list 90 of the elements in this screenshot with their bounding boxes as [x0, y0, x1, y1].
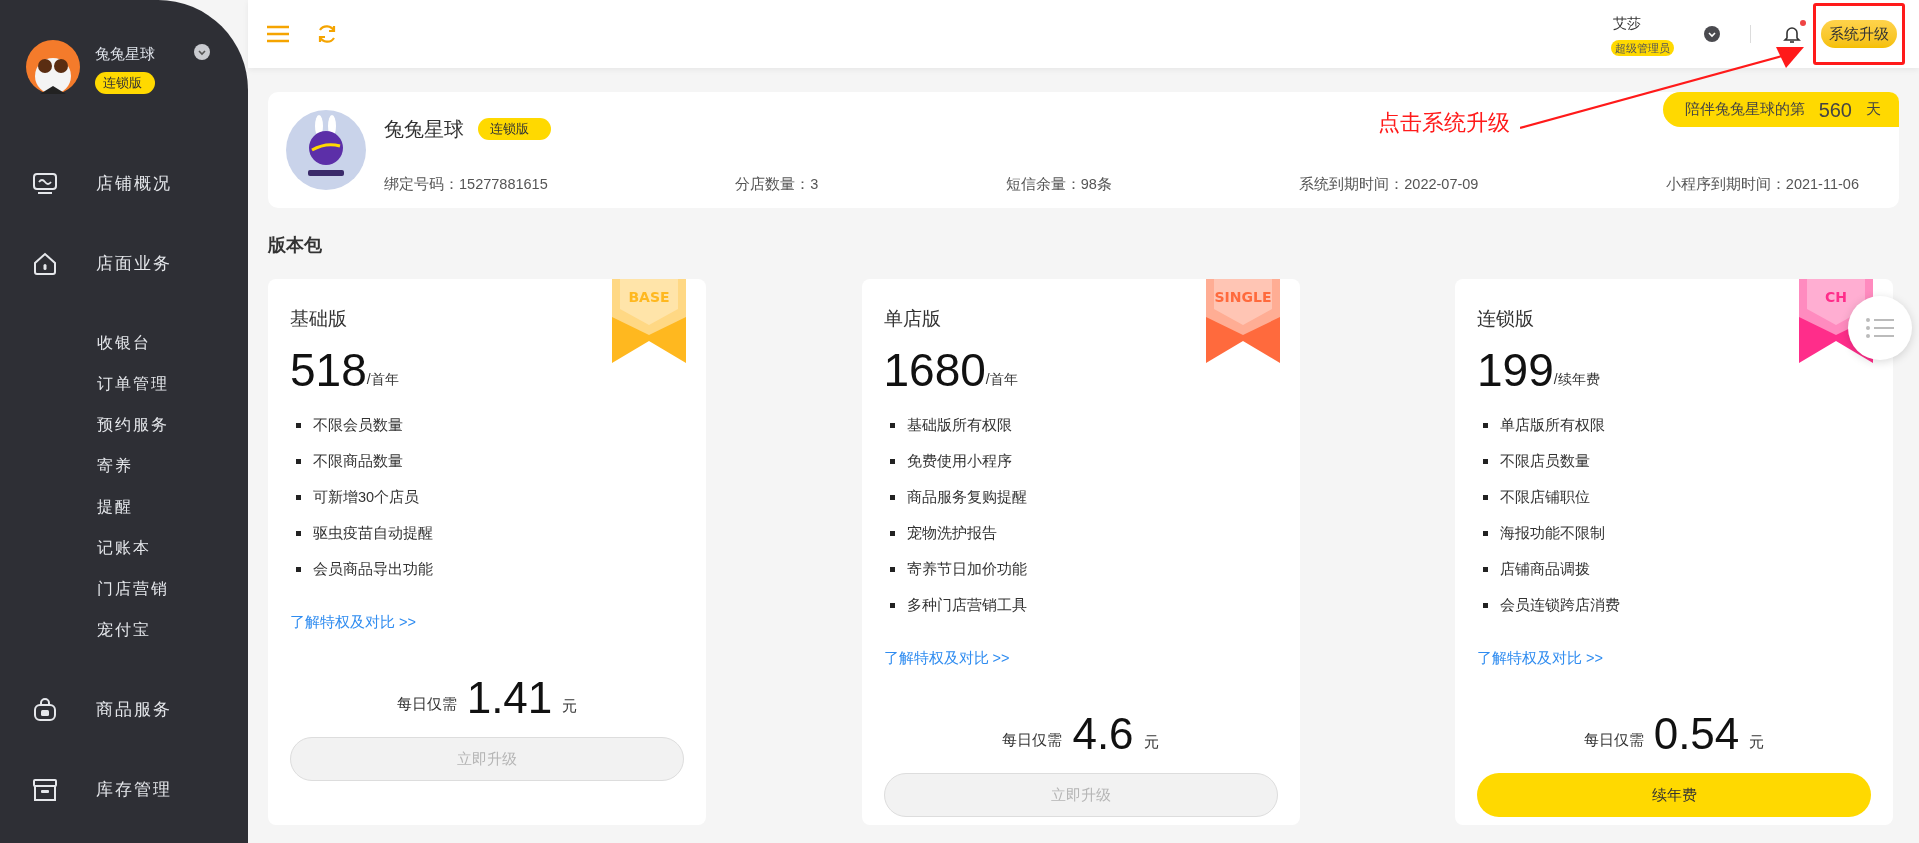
feature-text: 多种门店营销工具: [906, 595, 1027, 615]
info-field: 分店数量：3: [735, 174, 819, 196]
sidebar-item[interactable]: 店面业务: [0, 244, 248, 284]
sidebar-subitem[interactable]: 提醒: [0, 486, 248, 527]
feature-text: 不限会员数量: [313, 415, 403, 435]
info-field: 绑定号码：15277881615: [384, 174, 548, 196]
feature-text: 海报功能不限制: [1500, 523, 1605, 543]
package-title: 单店版: [883, 307, 941, 331]
info-field: 小程序到期时间：2021-11-06: [1665, 174, 1859, 196]
notification-icon[interactable]: [1783, 24, 1801, 44]
box-icon: [32, 778, 58, 802]
price-unit: /首年: [985, 370, 1018, 389]
feature-text: 寄养节日加价功能: [906, 559, 1027, 579]
feature-text: 不限店员数量: [1500, 451, 1590, 471]
price-unit: /首年: [366, 370, 399, 389]
bullet-icon: [889, 567, 895, 572]
bullet-icon: [1483, 531, 1488, 536]
days-banner: 陪伴兔兔星球的第 560 天: [1662, 92, 1899, 127]
package-price: 518: [290, 343, 367, 396]
daily-label: 每日仅需: [1002, 730, 1063, 750]
bullet-icon: [1483, 495, 1488, 500]
bullet-icon: [1483, 423, 1488, 428]
feature-text: 店铺商品调拨: [1500, 559, 1590, 579]
sidebar-item[interactable]: 店铺概况: [0, 164, 248, 204]
upgrade-package-button[interactable]: 续年费: [1477, 773, 1871, 818]
daily-label: 每日仅需: [1583, 730, 1644, 750]
feature-text: 驱虫疫苗自动提醒: [313, 523, 433, 543]
bullet-icon: [1483, 459, 1488, 464]
store-title: 兔兔星球: [384, 117, 464, 142]
info-field: 短信余量：98条: [1005, 174, 1112, 196]
daily-unit: 元: [562, 696, 578, 716]
price-unit: /续年费: [1553, 370, 1600, 389]
sidebar-subitem[interactable]: 订单管理: [0, 363, 248, 404]
package-price: 1680: [883, 343, 986, 396]
feature-text: 基础版所有权限: [906, 415, 1012, 435]
bullet-icon: [889, 423, 895, 428]
sidebar-subitem[interactable]: 收银台: [0, 322, 248, 363]
home-icon: [32, 252, 58, 276]
bullet-icon: [1483, 567, 1488, 572]
upgrade-button[interactable]: 系统升级: [1821, 20, 1897, 48]
bullet-icon: [296, 495, 301, 500]
sidebar-subitem[interactable]: 预约服务: [0, 404, 248, 445]
chevron-down-icon[interactable]: [1704, 26, 1720, 42]
edition-badge: 连锁版: [478, 118, 551, 140]
package-title: 基础版: [290, 307, 347, 331]
bullet-icon: [296, 531, 301, 536]
daily-unit: 元: [1143, 732, 1159, 752]
chevron-down-icon[interactable]: [194, 44, 210, 60]
feature-text: 不限商品数量: [313, 451, 403, 471]
bag-icon: [32, 698, 58, 722]
bullet-icon: [889, 459, 895, 464]
package-price: 199: [1477, 343, 1554, 396]
feature-text: 会员商品导出功能: [313, 559, 433, 579]
monitor-icon: [32, 172, 58, 196]
bullet-icon: [296, 459, 301, 464]
feature-text: 会员连锁跨店消费: [1500, 595, 1620, 615]
sidebar-item[interactable]: 库存管理: [0, 770, 248, 810]
package-title: 连锁版: [1477, 307, 1534, 331]
sidebar-subitem[interactable]: 宠付宝: [0, 609, 248, 650]
daily-price: 4.6: [1072, 709, 1134, 760]
daily-unit: 元: [1749, 732, 1765, 752]
bullet-icon: [296, 567, 301, 572]
daily-price: 1.41: [466, 673, 553, 724]
bullet-icon: [1483, 603, 1488, 608]
compare-link[interactable]: 了解特权及对比 >>: [1477, 647, 1871, 670]
list-icon: [1865, 317, 1895, 339]
daily-price: 0.54: [1653, 709, 1740, 760]
feature-text: 单店版所有权限: [1500, 415, 1605, 435]
section-title: 版本包: [268, 234, 323, 257]
role-badge: 超级管理员: [1611, 39, 1674, 56]
bullet-icon: [296, 423, 301, 428]
feature-text: 免费使用小程序: [906, 451, 1012, 471]
avatar: [26, 40, 80, 94]
feature-text: 不限店铺职位: [1500, 487, 1590, 507]
feature-text: 商品服务复购提醒: [906, 487, 1027, 507]
daily-label: 每日仅需: [396, 694, 457, 714]
bullet-icon: [889, 603, 895, 608]
bullet-icon: [889, 495, 895, 500]
info-field: 系统到期时间：2022-07-09: [1299, 174, 1479, 196]
bullet-icon: [889, 531, 895, 536]
sidebar-subitem[interactable]: 记账本: [0, 527, 248, 568]
edition-badge: 连锁版: [95, 72, 155, 94]
annotation-text: 点击系统升级: [1378, 109, 1510, 137]
sidebar-subitem[interactable]: 门店营销: [0, 568, 248, 609]
store-name: 兔兔星球: [95, 44, 155, 64]
feature-text: 宠物洗护报告: [906, 523, 997, 543]
user-name: 艾莎: [1613, 13, 1641, 33]
sidebar-item[interactable]: 商品服务: [0, 690, 248, 730]
feature-text: 可新增30个店员: [313, 487, 420, 507]
sidebar-subitem[interactable]: 寄养: [0, 445, 248, 486]
